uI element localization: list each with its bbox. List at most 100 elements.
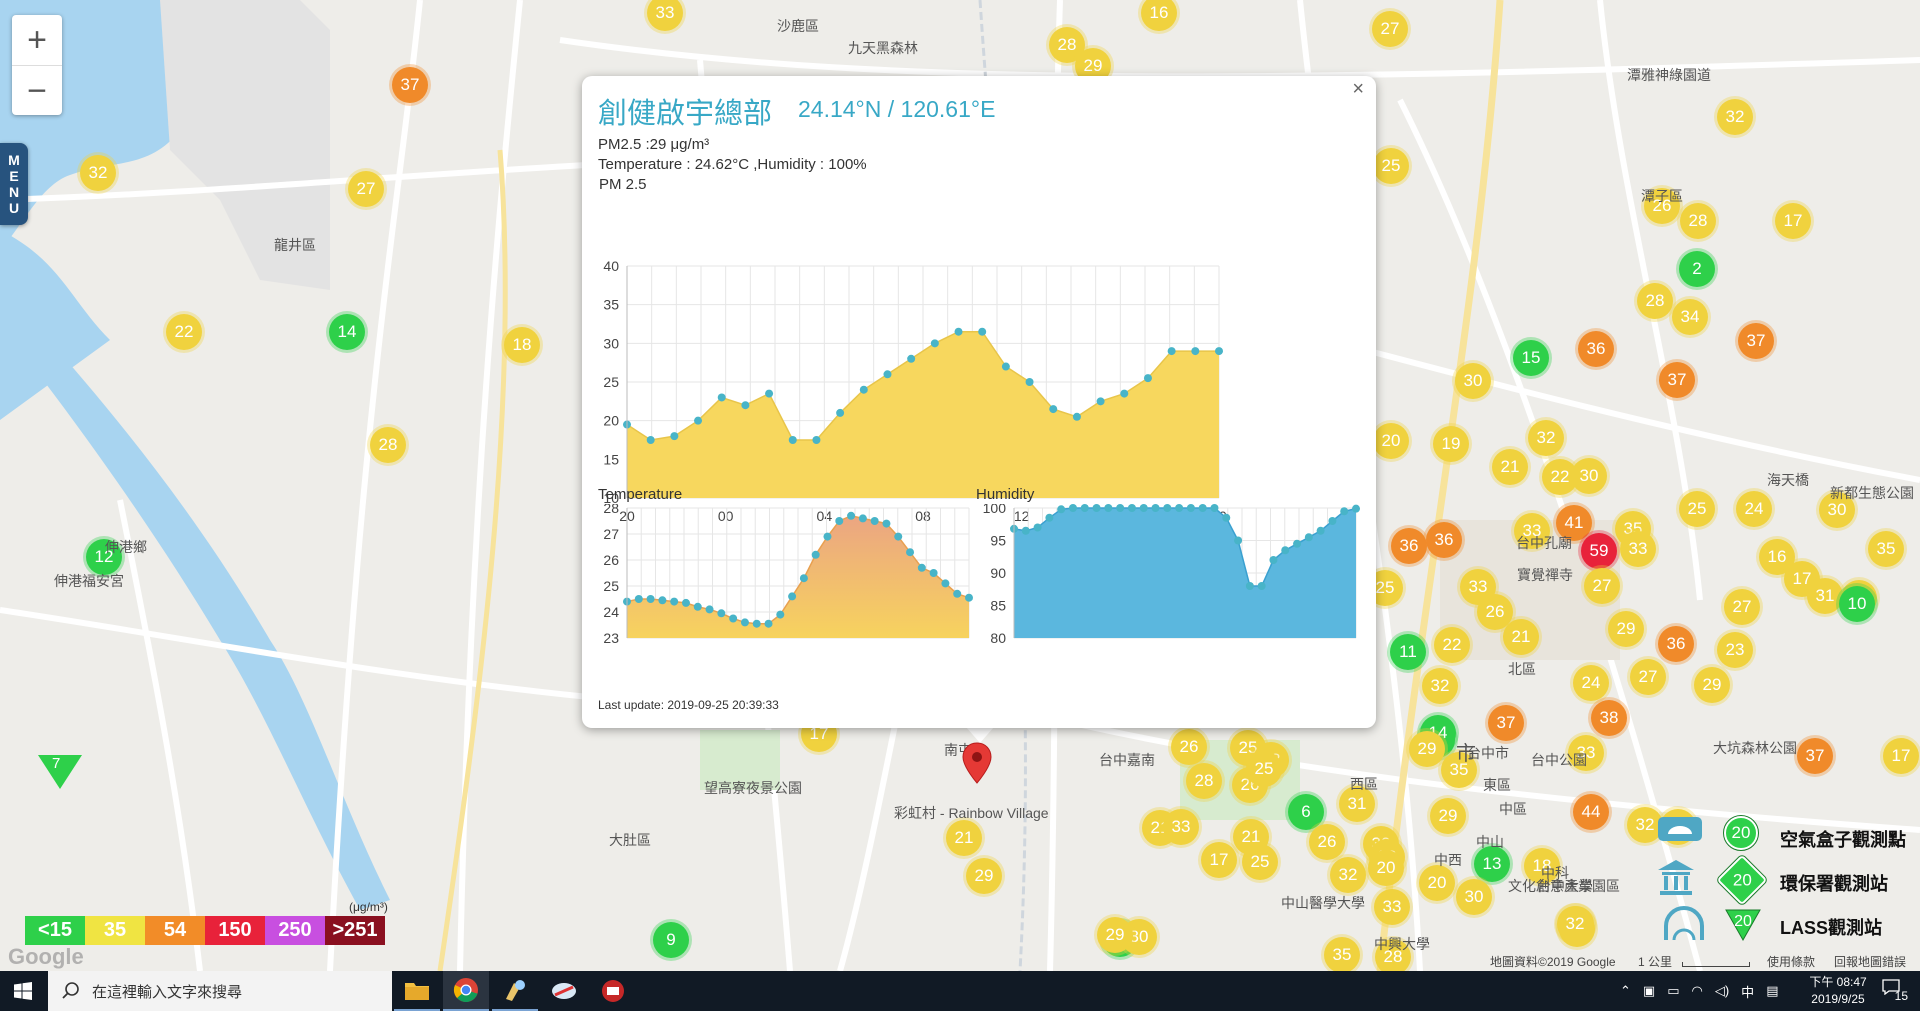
paint-app-taskbar-icon[interactable] (492, 971, 538, 1011)
pm25-marker[interactable]: 37 (1738, 323, 1774, 359)
pm25-marker[interactable]: 18 (504, 327, 540, 363)
pm25-marker[interactable]: 32 (1422, 668, 1458, 704)
pm25-marker[interactable]: 32 (1330, 857, 1366, 893)
pm25-marker[interactable]: 37 (392, 67, 428, 103)
pm25-marker[interactable]: 36 (1658, 626, 1694, 662)
pm25-marker[interactable]: 28 (370, 427, 406, 463)
data-point (1352, 504, 1360, 513)
data-point (1198, 504, 1207, 512)
pm25-marker[interactable]: 37 (1797, 738, 1833, 774)
pm25-marker[interactable]: 32 (1717, 99, 1753, 135)
chrome-taskbar-icon[interactable] (443, 971, 489, 1011)
zoom-out-button[interactable]: − (12, 65, 62, 116)
chevron-up-icon[interactable]: ⌃ (1620, 983, 1631, 999)
wifi-icon[interactable]: ◠ (1692, 983, 1703, 999)
key-airbox-marker: 20 (1723, 815, 1759, 851)
pm25-marker[interactable]: 30 (1456, 879, 1492, 915)
security-icon[interactable]: ▣ (1643, 983, 1655, 999)
pm25-marker[interactable]: 35 (1868, 531, 1904, 567)
pm25-marker[interactable]: 28 (1637, 283, 1673, 319)
pm25-marker[interactable]: 19 (1433, 426, 1469, 462)
pm25-marker[interactable]: 2 (1679, 251, 1715, 287)
pm25-marker[interactable]: 9 (653, 922, 689, 958)
notification-center-button[interactable]: 15 (1882, 979, 1908, 1003)
pm25-marker[interactable]: 30 (1455, 363, 1491, 399)
snipping-tool-taskbar-icon[interactable] (541, 971, 587, 1011)
pm25-marker[interactable]: 14 (329, 314, 365, 350)
pm25-marker[interactable]: 31 (1807, 578, 1843, 614)
pm25-marker[interactable]: 11 (1390, 634, 1426, 670)
terms-link[interactable]: 使用條款 (1767, 953, 1815, 970)
pm25-marker[interactable]: 17 (1883, 738, 1919, 774)
pm25-marker[interactable]: 21 (1492, 449, 1528, 485)
pm25-marker[interactable]: 29 (1608, 611, 1644, 647)
report-error-link[interactable]: 回報地圖錯誤 (1834, 953, 1906, 970)
taskbar-search-box[interactable]: 在這裡輸入文字來搜尋 (48, 971, 392, 1011)
pm25-marker[interactable]: 21 (946, 820, 982, 856)
zoom-in-button[interactable]: + (12, 15, 62, 65)
pm25-marker[interactable]: 17 (1201, 842, 1237, 878)
pm25-marker[interactable]: 25 (1242, 844, 1278, 880)
pm25-marker[interactable]: 36 (1391, 528, 1427, 564)
pm25-marker[interactable]: 20 (1419, 865, 1455, 901)
pm25-marker[interactable]: 27 (1372, 11, 1408, 47)
pm25-marker[interactable]: 22 (166, 314, 202, 350)
pm25-marker[interactable]: 20 (1373, 423, 1409, 459)
pm25-marker[interactable]: 32 (1528, 420, 1564, 456)
app-taskbar-icon[interactable] (590, 971, 636, 1011)
pm25-marker[interactable]: 25 (1679, 491, 1715, 527)
close-icon[interactable]: × (1352, 78, 1364, 101)
pm25-marker[interactable]: 29 (966, 858, 1002, 894)
pm25-marker[interactable]: 34 (1672, 299, 1708, 335)
pm25-marker[interactable]: 25 (1373, 148, 1409, 184)
pm25-marker[interactable]: 29 (1409, 731, 1445, 767)
pm25-marker[interactable]: 24 (1573, 665, 1609, 701)
pm25-marker[interactable]: 36 (1578, 331, 1614, 367)
pm25-marker[interactable]: 30 (1571, 458, 1607, 494)
pm25-marker[interactable]: 27 (1584, 568, 1620, 604)
ime-indicator[interactable]: 中 (1741, 982, 1754, 1001)
pm25-marker[interactable]: 38 (1591, 700, 1627, 736)
pm25-marker[interactable]: 17 (1775, 203, 1811, 239)
pm25-marker[interactable]: 23 (1717, 632, 1753, 668)
pm25-marker[interactable]: 26 (1309, 824, 1345, 860)
volume-icon[interactable]: ◁) (1715, 983, 1729, 999)
file-explorer-taskbar-icon[interactable] (394, 971, 440, 1011)
pm25-marker[interactable]: 24 (1736, 491, 1772, 527)
pm25-marker[interactable]: 20 (1368, 850, 1404, 886)
pm25-marker[interactable]: 25 (1246, 751, 1282, 787)
pm25-marker[interactable]: 32 (80, 155, 116, 191)
map-canvas[interactable]: 33 16 27 28 29 37 32 27 25 32 26 28 17 2 22 14 18 28 34 37 1… (0, 0, 1920, 971)
pm25-marker[interactable]: 21 (1503, 619, 1539, 655)
pm25-marker[interactable]: 33 (1374, 889, 1410, 925)
pm25-marker[interactable]: 33 (1620, 531, 1656, 567)
keyboard-icon[interactable]: ▤ (1766, 983, 1778, 999)
pm25-marker[interactable]: 29 (1694, 667, 1730, 703)
battery-icon[interactable]: ▭ (1667, 983, 1679, 999)
menu-button[interactable]: M E N U (0, 143, 28, 225)
pm25-marker[interactable]: 29 (1097, 917, 1133, 953)
pm25-marker[interactable]: 29 (1430, 798, 1466, 834)
pm25-marker[interactable]: 44 (1573, 794, 1609, 830)
start-button[interactable] (0, 971, 46, 1011)
pm25-marker[interactable]: 15 (1513, 340, 1549, 376)
pm25-marker[interactable]: 37 (1659, 362, 1695, 398)
pm25-marker[interactable]: 10 (1839, 586, 1875, 622)
data-point (1033, 523, 1042, 532)
pm25-marker[interactable]: 59 (1581, 533, 1617, 569)
pm25-marker[interactable]: 27 (1724, 589, 1760, 625)
pm25-marker[interactable]: 28 (1680, 203, 1716, 239)
pm25-marker[interactable]: 22 (1434, 627, 1470, 663)
pm25-marker[interactable]: 35 (1324, 937, 1360, 971)
location-pin-icon[interactable] (962, 742, 992, 784)
pm25-marker[interactable]: 27 (348, 171, 384, 207)
pm25-marker[interactable]: 37 (1488, 705, 1524, 741)
pm25-marker[interactable]: 26 (1171, 729, 1207, 765)
pm25-marker[interactable]: 33 (1163, 809, 1199, 845)
pm25-marker[interactable]: 6 (1288, 794, 1324, 830)
pm25-marker[interactable]: 28 (1186, 763, 1222, 799)
pm25-marker[interactable]: 27 (1630, 659, 1666, 695)
pm25-marker[interactable]: 36 (1426, 522, 1462, 558)
taskbar-clock[interactable]: 下午 08:47 2019/9/25 (1796, 974, 1880, 1008)
pm25-marker[interactable]: 32 (1557, 906, 1593, 942)
